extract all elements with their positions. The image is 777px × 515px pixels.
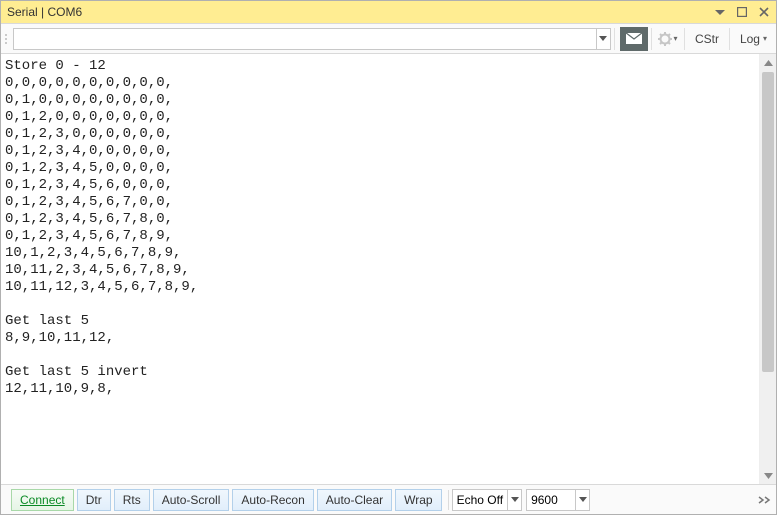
- send-button[interactable]: [620, 27, 648, 51]
- chevron-down-icon: ▾: [673, 34, 677, 43]
- log-label: Log: [740, 32, 760, 46]
- chevron-down-icon: [764, 473, 773, 479]
- chevron-down-icon: [579, 497, 587, 502]
- maximize-button[interactable]: [734, 4, 750, 20]
- send-history-dropdown[interactable]: [597, 28, 611, 50]
- wrap-button[interactable]: Wrap: [395, 489, 441, 511]
- window-title: Serial | COM6: [7, 5, 712, 19]
- cstr-label: CStr: [695, 32, 719, 46]
- log-button[interactable]: Log ▾: [733, 27, 774, 51]
- vertical-scrollbar[interactable]: [759, 54, 776, 484]
- baud-dropdown[interactable]: [576, 489, 590, 511]
- scroll-up-button[interactable]: [760, 54, 777, 71]
- toolbar: ▾ CStr Log ▾: [1, 24, 776, 54]
- close-button[interactable]: [756, 4, 772, 20]
- chevron-down-icon: [599, 36, 607, 41]
- chevron-up-icon: [764, 60, 773, 66]
- minimize-button[interactable]: [712, 4, 728, 20]
- separator: [448, 490, 449, 510]
- echo-dropdown[interactable]: [508, 489, 522, 511]
- auto-clear-button[interactable]: Auto-Clear: [317, 489, 392, 511]
- auto-recon-button[interactable]: Auto-Recon: [232, 489, 313, 511]
- auto-clear-label: Auto-Clear: [326, 493, 383, 507]
- connect-button[interactable]: Connect: [11, 489, 74, 511]
- overflow-button[interactable]: [756, 496, 774, 504]
- separator: [684, 28, 685, 50]
- title-bar: Serial | COM6: [1, 1, 776, 24]
- status-bar: Connect Dtr Rts Auto-Scroll Auto-Recon A…: [1, 484, 776, 514]
- auto-recon-label: Auto-Recon: [241, 493, 304, 507]
- scroll-thumb[interactable]: [762, 72, 774, 372]
- echo-select[interactable]: Echo Off: [452, 489, 508, 511]
- window-controls: [712, 4, 772, 20]
- envelope-icon: [625, 32, 643, 45]
- auto-scroll-button[interactable]: Auto-Scroll: [153, 489, 230, 511]
- settings-button[interactable]: ▾: [655, 32, 681, 46]
- chevron-down-icon: [511, 497, 519, 502]
- separator: [729, 28, 730, 50]
- rts-button[interactable]: Rts: [114, 489, 150, 511]
- gear-icon: [658, 32, 672, 46]
- separator: [614, 28, 615, 50]
- baud-value: 9600: [531, 493, 558, 507]
- separator: [651, 28, 652, 50]
- connect-label: Connect: [20, 493, 65, 507]
- dtr-button[interactable]: Dtr: [77, 489, 111, 511]
- scroll-down-button[interactable]: [760, 467, 777, 484]
- cstr-button[interactable]: CStr: [688, 27, 726, 51]
- chevron-right-double-icon: [758, 496, 772, 504]
- auto-scroll-label: Auto-Scroll: [162, 493, 221, 507]
- chevron-down-icon: ▾: [763, 34, 767, 43]
- minimize-icon: [715, 7, 725, 17]
- serial-console[interactable]: Store 0 - 12 0,0,0,0,0,0,0,0,0,0, 0,1,0,…: [1, 54, 759, 484]
- wrap-label: Wrap: [404, 493, 432, 507]
- close-icon: [759, 7, 769, 17]
- baud-select[interactable]: 9600: [526, 489, 576, 511]
- toolbar-grip[interactable]: [3, 28, 11, 50]
- dtr-label: Dtr: [86, 493, 102, 507]
- maximize-icon: [737, 7, 747, 17]
- echo-value: Echo Off: [457, 493, 503, 507]
- rts-label: Rts: [123, 493, 141, 507]
- send-input[interactable]: [13, 28, 597, 50]
- content-area: Store 0 - 12 0,0,0,0,0,0,0,0,0,0, 0,1,0,…: [1, 54, 776, 484]
